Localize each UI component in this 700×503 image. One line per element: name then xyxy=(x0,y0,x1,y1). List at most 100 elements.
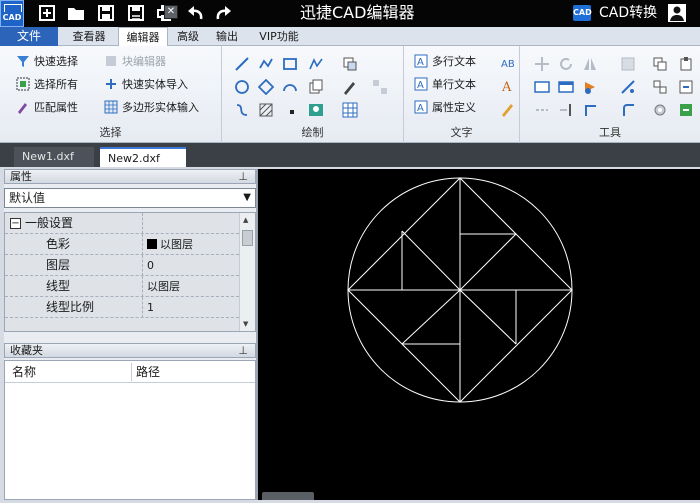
arc-icon[interactable] xyxy=(282,79,298,95)
point-icon[interactable] xyxy=(284,104,300,120)
inner-line-b xyxy=(401,289,461,345)
property-value[interactable]: 0 xyxy=(144,255,154,276)
new-icon[interactable] xyxy=(36,3,58,24)
mirror-icon[interactable] xyxy=(582,56,598,72)
property-row-linetype[interactable]: 线型 以图层 xyxy=(5,276,239,297)
cad-convert-icon[interactable]: CAD xyxy=(573,5,592,21)
text-style-icon[interactable]: AB xyxy=(500,55,516,71)
save-icon[interactable] xyxy=(95,3,117,24)
block-insert-icon[interactable] xyxy=(342,56,358,72)
property-value[interactable]: 以图层 xyxy=(144,276,180,297)
attribute-definition-button[interactable]: A 属性定义 xyxy=(414,99,476,117)
pen-icon[interactable] xyxy=(342,79,358,95)
column-divider[interactable] xyxy=(131,363,132,381)
polyline-icon[interactable] xyxy=(258,56,274,72)
copy-icon[interactable] xyxy=(652,56,668,72)
move-icon[interactable] xyxy=(534,56,550,72)
property-row-color[interactable]: 色彩 以图层 xyxy=(5,234,239,255)
line-icon[interactable] xyxy=(234,56,250,72)
window-icon[interactable] xyxy=(558,79,574,95)
polygon-entity-input-button[interactable]: 多边形实体输入 xyxy=(104,99,199,117)
column-path[interactable]: 路径 xyxy=(136,361,160,383)
measure-icon[interactable] xyxy=(534,79,550,95)
scale-icon[interactable] xyxy=(620,56,636,72)
refresh-icon[interactable] xyxy=(678,102,694,118)
properties-selector[interactable]: 默认值 ▼ xyxy=(4,188,256,208)
app-title: 迅捷CAD编辑器 xyxy=(300,3,415,22)
tab-advanced[interactable]: 高级 xyxy=(172,27,204,46)
drawing-canvas[interactable] xyxy=(258,169,700,500)
ribbon: 快速选择 块编辑器 选择所有 快速实体导入 匹配属性 多边形实体输入 选择 绘制… xyxy=(0,46,700,143)
cad-convert-button[interactable]: CAD转换 xyxy=(599,3,657,24)
quick-select-button[interactable]: 快速选择 xyxy=(16,53,78,71)
property-row-layer[interactable]: 图层 0 xyxy=(5,255,239,276)
settings-icon[interactable] xyxy=(652,102,668,118)
fillet-icon[interactable] xyxy=(620,102,636,118)
layout-tab[interactable] xyxy=(262,492,314,500)
circle-icon[interactable] xyxy=(234,79,250,95)
redo-icon[interactable] xyxy=(212,3,234,24)
property-scrollbar[interactable]: ▲ ▼ xyxy=(239,213,255,331)
tab-editor[interactable]: 编辑器 xyxy=(118,27,168,47)
block-editor-icon xyxy=(106,56,116,66)
properties-panel-header: 属性 ⊥ xyxy=(4,169,256,184)
match-properties-button[interactable]: 匹配属性 xyxy=(16,99,78,117)
image-icon[interactable] xyxy=(308,102,324,118)
extend-icon[interactable] xyxy=(558,102,574,118)
scroll-up-icon[interactable]: ▲ xyxy=(243,216,248,224)
rectangle-icon[interactable] xyxy=(282,56,298,72)
diamond-icon[interactable] xyxy=(258,79,274,95)
app-logo-icon[interactable]: CAD xyxy=(0,0,24,27)
brush-icon xyxy=(18,103,27,114)
paste-icon[interactable] xyxy=(678,56,694,72)
quick-select-icon xyxy=(17,56,29,67)
distance-icon[interactable] xyxy=(534,102,550,118)
tab-vip[interactable]: VIP功能 xyxy=(250,27,308,46)
document-tab-new1[interactable]: New1.dxf xyxy=(14,147,94,167)
copy-entity-icon[interactable] xyxy=(308,79,324,95)
save-as-icon[interactable] xyxy=(125,3,147,24)
tab-viewer[interactable]: 查看器 xyxy=(64,27,114,46)
property-name: 线型比例 xyxy=(5,297,143,318)
attach-icon[interactable] xyxy=(678,79,694,95)
property-name: 色彩 xyxy=(5,234,143,255)
quick-entity-import-button[interactable]: 快速实体导入 xyxy=(104,76,188,94)
open-icon[interactable] xyxy=(65,3,87,24)
hatch-icon[interactable] xyxy=(258,102,274,118)
section-general-settings[interactable]: − 一般设置 xyxy=(5,213,239,234)
column-name[interactable]: 名称 xyxy=(12,361,36,383)
scroll-down-icon[interactable]: ▼ xyxy=(243,320,248,328)
pin-icon[interactable]: ⊥ xyxy=(238,170,248,183)
favorites-title: 收藏夹 xyxy=(10,344,43,357)
layer-color-icon[interactable] xyxy=(582,79,598,95)
tab-output[interactable]: 输出 xyxy=(210,27,244,46)
multiline-icon[interactable] xyxy=(308,56,324,72)
inner-line-d xyxy=(459,233,517,291)
drawing xyxy=(347,177,573,403)
document-tab-new2[interactable]: New2.dxf xyxy=(100,147,186,167)
multiline-text-button[interactable]: A 多行文本 xyxy=(414,53,476,71)
undo-icon[interactable] xyxy=(185,3,207,24)
pin-icon[interactable]: ⊥ xyxy=(238,344,248,357)
block-editor-button[interactable]: 块编辑器 xyxy=(104,53,166,71)
array-icon[interactable] xyxy=(372,79,388,95)
explode-icon[interactable] xyxy=(620,79,636,95)
single-line-text-button[interactable]: A 单行文本 xyxy=(414,76,476,94)
trim-icon[interactable] xyxy=(582,102,598,118)
table-icon[interactable] xyxy=(342,102,358,118)
tab-file[interactable]: 文件 xyxy=(0,27,58,46)
property-row-linetype-scale[interactable]: 线型比例 1 xyxy=(5,297,239,318)
tools-group: 工具 xyxy=(520,46,700,143)
text-color-icon[interactable]: A xyxy=(500,78,516,94)
select-all-button[interactable]: 选择所有 xyxy=(16,76,78,94)
group-icon[interactable] xyxy=(652,79,668,95)
user-icon[interactable] xyxy=(668,4,686,22)
spline-icon[interactable] xyxy=(234,102,250,118)
text-edit-icon[interactable] xyxy=(500,101,516,117)
property-value[interactable]: 1 xyxy=(144,297,154,318)
favorites-list[interactable]: 名称 路径 xyxy=(4,360,256,500)
rotate-icon[interactable] xyxy=(558,56,574,72)
scrollbar-thumb[interactable] xyxy=(242,230,253,246)
property-value[interactable]: 以图层 xyxy=(144,234,193,255)
close-document-icon[interactable]: ✕ xyxy=(164,5,178,19)
